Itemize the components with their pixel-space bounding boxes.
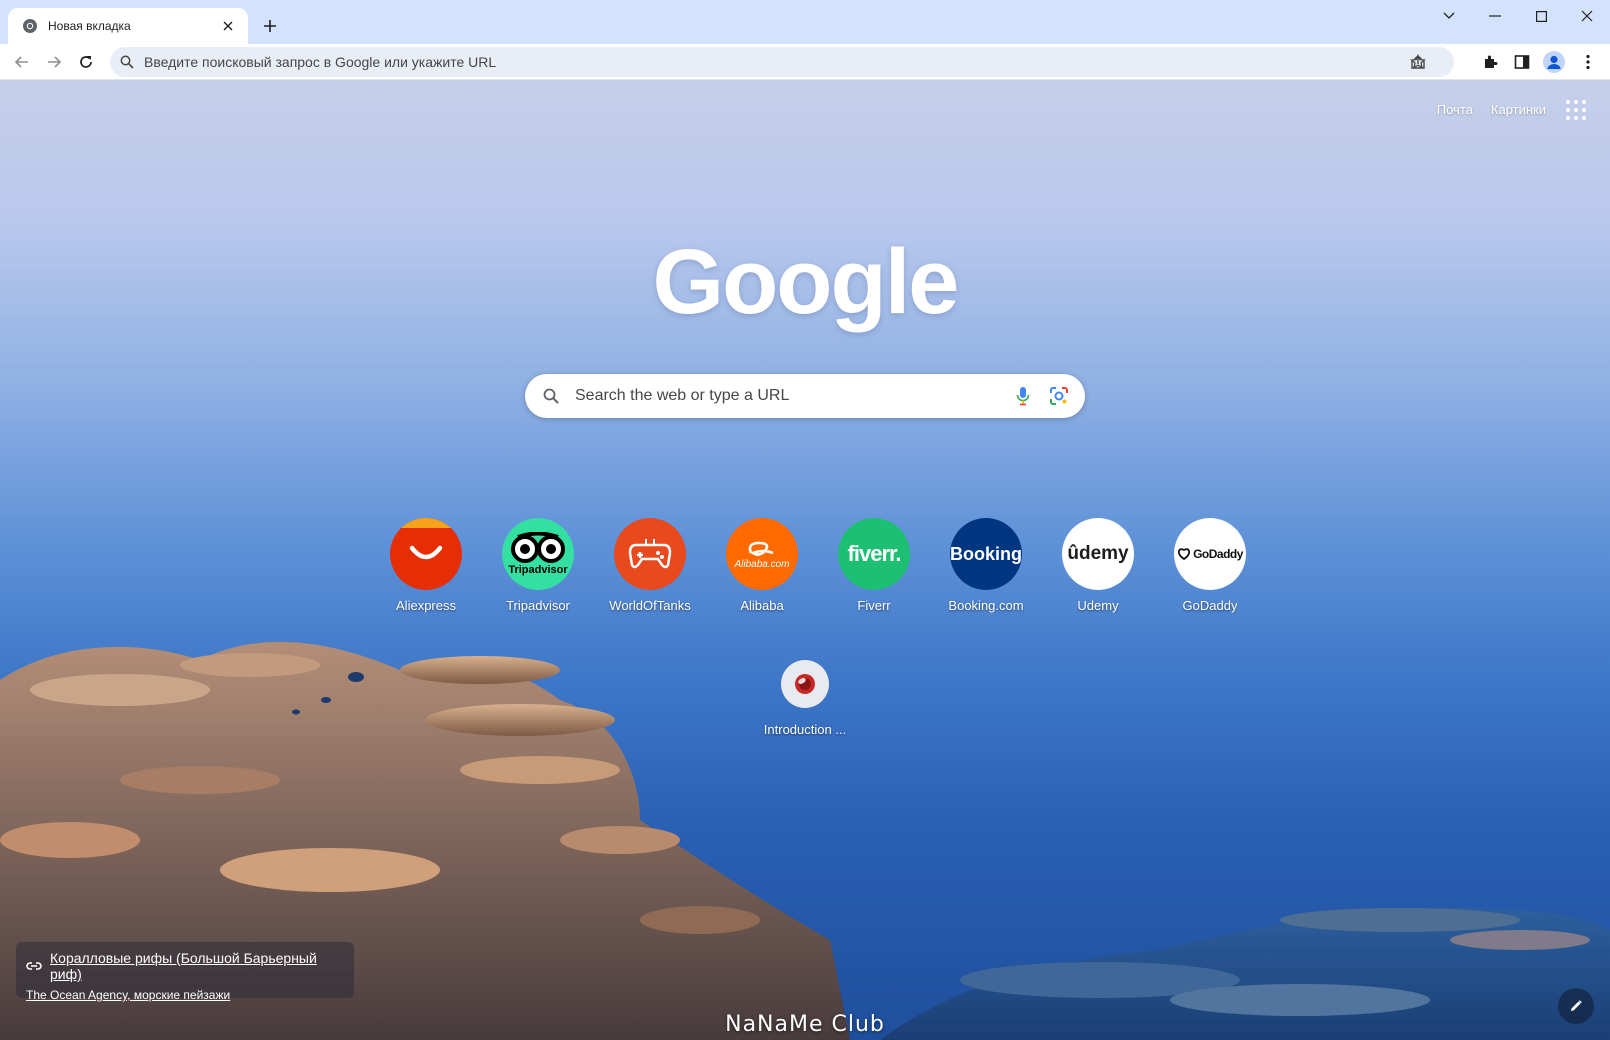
menu-kebab-icon[interactable]	[1572, 46, 1604, 78]
address-bar-placeholder: Введите поисковый запрос в Google или ук…	[144, 54, 497, 70]
search-input[interactable]: Search the web or type a URL	[575, 387, 1011, 405]
back-icon[interactable]	[6, 46, 38, 78]
shortcut-label: Tripadvisor	[506, 598, 570, 613]
search-icon	[543, 388, 559, 404]
shortcut-label: Introduction ...	[763, 722, 847, 737]
attribution-author[interactable]: The Ocean Agency, морские пейзажи	[26, 988, 344, 1002]
minimize-icon[interactable]	[1472, 0, 1518, 32]
shortcut-fiverr[interactable]: fiverr. Fiverr	[818, 518, 930, 618]
customize-chrome-button[interactable]	[1558, 988, 1594, 1024]
worldoftanks-icon	[614, 518, 686, 590]
extensions-icon[interactable]	[1474, 46, 1506, 78]
shortcut-worldoftanks[interactable]: WorldOfTanks	[594, 518, 706, 618]
shortcut-label: WorldOfTanks	[609, 598, 691, 613]
tab-title: Новая вкладка	[48, 19, 131, 33]
reload-icon[interactable]	[70, 46, 102, 78]
shortcut-label: GoDaddy	[1182, 598, 1238, 613]
new-tab-button[interactable]	[256, 12, 284, 40]
alibaba-icon: Alibaba.com	[726, 518, 798, 590]
shortcut-label: Alibaba	[740, 598, 784, 613]
browser-toolbar: Введите поисковый запрос в Google или ук…	[0, 44, 1610, 80]
bookmark-star-icon[interactable]	[1402, 46, 1434, 78]
images-link[interactable]: Картинки	[1491, 102, 1546, 117]
shortcut-godaddy[interactable]: GoDaddy GoDaddy	[1154, 518, 1266, 618]
side-panel-icon[interactable]	[1506, 46, 1538, 78]
title-bar: Новая вкладка	[0, 0, 1610, 44]
google-logo: Google	[652, 231, 960, 333]
godaddy-icon: GoDaddy	[1174, 518, 1246, 590]
shortcut-label: Booking.com	[948, 598, 1024, 613]
google-lens-icon[interactable]	[1047, 384, 1071, 408]
new-tab-page: Почта Картинки Google Search the web or …	[0, 80, 1610, 1040]
udemy-icon: ûdemy	[1062, 518, 1134, 590]
close-tab-icon[interactable]	[218, 16, 238, 36]
chrome-icon	[22, 18, 38, 34]
maximize-icon[interactable]	[1518, 0, 1564, 32]
tab-search-icon[interactable]	[1426, 0, 1472, 32]
search-icon	[120, 55, 134, 69]
shortcut-booking[interactable]: Booking Booking.com	[930, 518, 1042, 618]
voice-search-icon[interactable]	[1011, 384, 1035, 408]
background-attribution[interactable]: Коралловые рифы (Большой Барьерный риф) …	[16, 942, 354, 1002]
shortcut-label: Udemy	[1077, 598, 1119, 613]
mail-link[interactable]: Почта	[1437, 102, 1473, 117]
shortcut-label: Aliexpress	[396, 598, 456, 613]
booking-icon: Booking	[950, 518, 1022, 590]
forward-icon[interactable]	[38, 46, 70, 78]
shortcut-label: Fiverr	[857, 598, 891, 613]
fiverr-icon: fiverr.	[838, 518, 910, 590]
attribution-title[interactable]: Коралловые рифы (Большой Барьерный риф)	[50, 950, 344, 982]
link-icon	[26, 961, 42, 971]
watermark: NaNaMe Club	[725, 1012, 885, 1037]
shortcuts-grid: Aliexpress Tripadvisor Tripadvisor World…	[370, 518, 1250, 628]
pencil-icon	[1569, 999, 1583, 1013]
shortcut-introduction[interactable]: Introduction ...	[748, 660, 862, 737]
shortcut-tripadvisor[interactable]: Tripadvisor Tripadvisor	[482, 518, 594, 618]
aliexpress-icon	[390, 518, 462, 590]
shortcut-udemy[interactable]: ûdemy Udemy	[1042, 518, 1154, 618]
tab-new-tab[interactable]: Новая вкладка	[8, 8, 248, 44]
tripadvisor-icon: Tripadvisor	[502, 518, 574, 590]
introduction-icon	[781, 660, 829, 708]
address-bar[interactable]: Введите поисковый запрос в Google или ук…	[110, 47, 1454, 77]
top-links: Почта Картинки	[1437, 102, 1546, 117]
close-window-icon[interactable]	[1564, 0, 1610, 32]
google-apps-icon[interactable]	[1564, 98, 1588, 122]
shortcut-alibaba[interactable]: Alibaba.com Alibaba	[706, 518, 818, 618]
shortcut-aliexpress[interactable]: Aliexpress	[370, 518, 482, 618]
profile-avatar-icon[interactable]	[1538, 46, 1570, 78]
search-box[interactable]: Search the web or type a URL	[525, 374, 1085, 418]
